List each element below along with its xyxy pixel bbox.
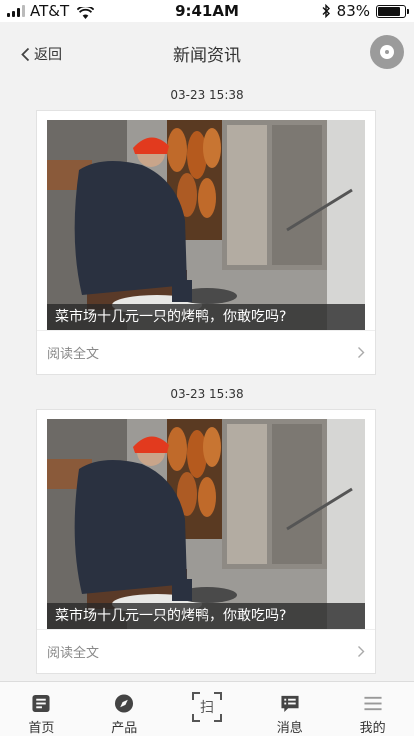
news-image[interactable]: 菜市场十几元一只的烤鸭，你敢吃吗? [47, 419, 365, 629]
battery-icon [376, 4, 409, 18]
news-item: 03-23 15:38 菜市场十几元一只的烤鸭，你敢吃吗? 阅读全文 [0, 82, 414, 375]
roast-duck-stall-photo [47, 120, 365, 330]
news-item: 03-23 15:38 菜市场十几元一只的烤鸭，你敢吃吗? 阅读全文 [0, 381, 414, 674]
news-time: 03-23 15:38 [170, 387, 244, 401]
scan-label: 扫 [199, 700, 214, 716]
battery-percent: 83% [336, 2, 370, 20]
tab-label: 消息 [276, 721, 303, 736]
tab-mine[interactable]: 我的 [331, 682, 414, 736]
tab-label: 产品 [111, 721, 138, 736]
read-more-label: 阅读全文 [47, 646, 100, 661]
news-time: 03-23 15:38 [170, 88, 244, 102]
menu-icon [364, 696, 382, 711]
news-card[interactable]: 菜市场十几元一只的烤鸭，你敢吃吗? 阅读全文 [36, 409, 376, 674]
chevron-right-icon [358, 347, 365, 358]
read-more-link[interactable]: 阅读全文 [37, 629, 375, 673]
nav-bar: 返回 新闻资讯 [0, 22, 414, 82]
scan-icon: 扫 [191, 692, 222, 722]
tab-home[interactable]: 首页 [0, 682, 83, 736]
news-card[interactable]: 菜市场十几元一只的烤鸭，你敢吃吗? 阅读全文 [36, 110, 376, 375]
tab-scan[interactable]: 扫 [166, 682, 249, 736]
tab-label: 我的 [359, 721, 386, 736]
document-icon [32, 694, 50, 713]
news-caption: 菜市场十几元一只的烤鸭，你敢吃吗? [47, 603, 365, 629]
battery-fill [378, 6, 400, 16]
chevron-right-icon [358, 646, 365, 657]
news-caption: 菜市场十几元一只的烤鸭，你敢吃吗? [47, 304, 365, 330]
status-bar: AT&T 9:41AM 83% [0, 0, 414, 22]
read-more-label: 阅读全文 [47, 347, 100, 362]
news-image[interactable]: 菜市场十几元一只的烤鸭，你敢吃吗? [47, 120, 365, 330]
tab-bar: 首页 产品 扫 消息 我的 [0, 681, 414, 736]
tab-label: 首页 [28, 721, 55, 736]
news-feed: 03-23 15:38 菜市场十几元一只的烤鸭，你敢吃吗? 阅读全文 03-23… [0, 82, 414, 674]
bluetooth-icon [322, 4, 330, 18]
roast-duck-stall-photo [47, 419, 365, 629]
tab-messages[interactable]: 消息 [248, 682, 331, 736]
compass-icon [115, 694, 134, 713]
status-right: 83% [321, 2, 409, 20]
record-icon[interactable] [370, 35, 404, 69]
page-title: 新闻资讯 [173, 46, 241, 66]
read-more-link[interactable]: 阅读全文 [37, 330, 375, 374]
tab-products[interactable]: 产品 [83, 682, 166, 736]
message-icon [281, 695, 299, 713]
